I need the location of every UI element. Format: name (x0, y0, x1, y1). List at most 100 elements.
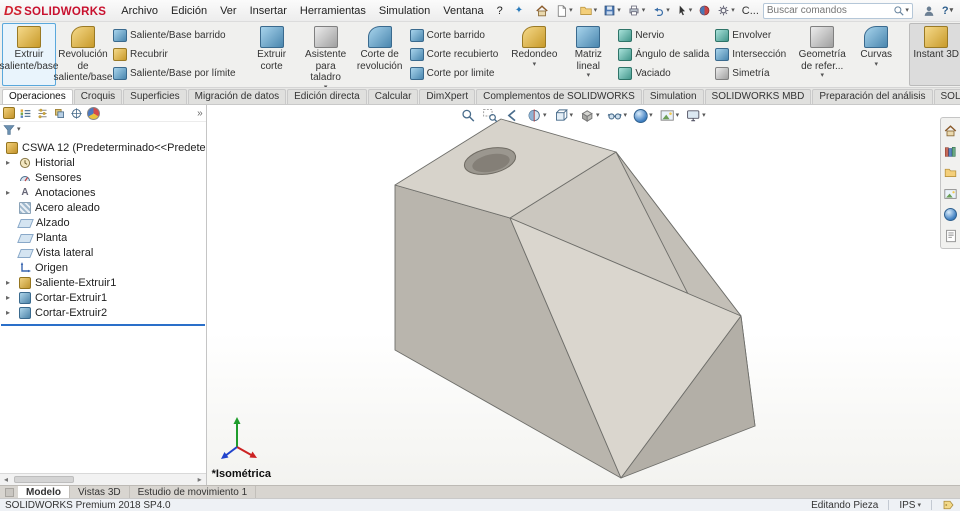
undo-button[interactable] (649, 3, 672, 18)
wrap-button[interactable]: Envolver (712, 27, 789, 43)
help-button[interactable]: ? (942, 5, 953, 17)
appearances-scenes-button[interactable] (943, 207, 959, 222)
mirror-button[interactable]: Simetría (712, 65, 789, 81)
hole-wizard-button[interactable]: Asistente para taladro (299, 23, 353, 86)
dropdown-caret-icon[interactable] (917, 502, 921, 509)
menu-ver[interactable]: Ver (214, 3, 243, 19)
pin-menu-icon[interactable] (515, 5, 523, 16)
tree-item-anotaciones[interactable]: Anotaciones (0, 185, 206, 200)
expand-arrow-icon[interactable] (6, 186, 15, 200)
tab-solidworks-cam[interactable]: SOLIDWORKS CAM (933, 89, 960, 104)
menu-ventana[interactable]: Ventana (437, 3, 489, 19)
configurationmanager-tab-icon[interactable] (53, 107, 66, 120)
section-view-button[interactable] (526, 107, 548, 124)
tree-item-saliente-extruir1[interactable]: Saliente-Extruir1 (0, 275, 206, 290)
menu-herramientas[interactable]: Herramientas (294, 3, 372, 19)
scroll-left-icon[interactable] (0, 475, 12, 484)
options-button[interactable] (715, 3, 737, 18)
tab-calcular[interactable]: Calcular (367, 89, 419, 104)
menu-insertar[interactable]: Insertar (244, 3, 293, 19)
rollback-bar[interactable] (1, 324, 205, 326)
tab-operaciones[interactable]: Operaciones (2, 89, 73, 104)
custom-properties-button[interactable] (943, 228, 959, 243)
tree-item-alzado[interactable]: Alzado (0, 215, 206, 230)
dropdown-caret-icon[interactable] (649, 112, 653, 119)
menu-ayuda[interactable]: ? (491, 3, 509, 19)
graphics-viewport[interactable]: *Isométrica (206, 105, 960, 485)
tree-item-sensores[interactable]: Sensores (0, 170, 206, 185)
extrude-cut-button[interactable]: Extruir corte (245, 23, 299, 86)
dropdown-caret-icon[interactable] (666, 7, 670, 14)
tab-superficies[interactable]: Superficies (123, 89, 187, 104)
dropdown-caret-icon[interactable] (594, 7, 598, 14)
lofted-cut-button[interactable]: Corte recubierto (407, 46, 502, 62)
new-document-button[interactable] (553, 3, 575, 19)
zoom-area-button[interactable] (482, 107, 499, 124)
scrollbar-thumb[interactable] (14, 476, 74, 483)
tree-item-cortar-extruir2[interactable]: Cortar-Extruir2 (0, 305, 206, 320)
propertymanager-tab-icon[interactable] (36, 107, 49, 120)
dropdown-caret-icon[interactable] (689, 7, 693, 14)
dropdown-caret-icon[interactable] (676, 112, 680, 119)
dropdown-caret-icon[interactable] (820, 72, 824, 79)
search-icon[interactable] (893, 5, 905, 17)
filter-funnel-icon[interactable] (3, 124, 15, 136)
expand-arrow-icon[interactable] (6, 306, 15, 320)
zoom-fit-button[interactable] (460, 107, 477, 124)
select-button[interactable] (674, 3, 695, 18)
boundary-cut-button[interactable]: Corte por limite (407, 65, 502, 81)
tab-simulation[interactable]: Simulation (642, 89, 704, 104)
rib-button[interactable]: Nervio (615, 27, 712, 43)
unit-system-selector[interactable]: IPS (899, 500, 921, 511)
apply-scene-button[interactable] (659, 107, 681, 124)
part-model-3d[interactable] (207, 105, 960, 485)
file-explorer-button[interactable] (943, 165, 959, 180)
scroll-right-icon[interactable] (194, 475, 206, 484)
dimxpertmanager-tab-icon[interactable] (70, 107, 83, 120)
dropdown-caret-icon[interactable] (642, 7, 646, 14)
tree-root-part[interactable]: CSWA 12 (Predeterminado<<Predete (0, 140, 206, 155)
menu-archivo[interactable]: Archivo (115, 3, 164, 19)
expand-arrow-icon[interactable] (6, 276, 15, 290)
user-account-icon[interactable] (922, 4, 936, 18)
extrude-boss-button[interactable]: Extruir saliente/base (0, 23, 58, 86)
revolve-boss-button[interactable]: Revolución de saliente/base (54, 23, 112, 86)
expand-arrow-icon[interactable] (6, 291, 15, 305)
draft-button[interactable]: Ángulo de salida (615, 46, 712, 62)
design-library-button[interactable] (943, 144, 959, 159)
instant3d-toggle-button[interactable]: Instant 3D (909, 23, 960, 86)
tree-item-cortar-extruir1[interactable]: Cortar-Extruir1 (0, 290, 206, 305)
dropdown-caret-icon[interactable] (543, 112, 547, 119)
rebuild-button[interactable] (696, 3, 713, 18)
dropdown-caret-icon[interactable] (731, 7, 735, 14)
curves-button[interactable]: Curvas (849, 23, 903, 86)
dropdown-caret-icon[interactable] (570, 112, 574, 119)
view-orientation-button[interactable] (553, 107, 575, 124)
dropdown-caret-icon[interactable] (569, 7, 573, 14)
shell-button[interactable]: Vaciado (615, 65, 712, 81)
scrollbar-track[interactable] (12, 474, 194, 485)
tree-horizontal-scrollbar[interactable] (0, 473, 206, 485)
revolved-cut-button[interactable]: Corte de revolución (353, 23, 407, 86)
intersect-button[interactable]: Intersección (712, 46, 789, 62)
menu-edicion[interactable]: Edición (165, 3, 213, 19)
fillet-button[interactable]: Redondeo (507, 23, 561, 86)
tree-item-historial[interactable]: Historial (0, 155, 206, 170)
dropdown-caret-icon[interactable] (874, 61, 878, 68)
dropdown-caret-icon[interactable] (702, 112, 706, 119)
status-tag-icon[interactable] (942, 499, 955, 511)
qat-more-button[interactable]: C... (739, 4, 762, 18)
tab-migracion-de-datos[interactable]: Migración de datos (187, 89, 287, 104)
tab-edicion-directa[interactable]: Edición directa (287, 89, 367, 104)
display-style-button[interactable] (579, 107, 601, 124)
part-document-icon[interactable] (3, 107, 15, 119)
tab-modelo[interactable]: Modelo (18, 486, 70, 498)
tab-vistas-3d[interactable]: Vistas 3D (70, 486, 130, 498)
solidworks-resources-button[interactable] (943, 123, 959, 138)
swept-cut-button[interactable]: Corte barrido (407, 27, 502, 43)
previous-view-button[interactable] (504, 107, 521, 124)
home-button[interactable] (533, 3, 551, 19)
tab-solidworks-mbd[interactable]: SOLIDWORKS MBD (704, 89, 812, 104)
save-button[interactable] (601, 3, 623, 18)
tab-croquis[interactable]: Croquis (73, 89, 123, 104)
